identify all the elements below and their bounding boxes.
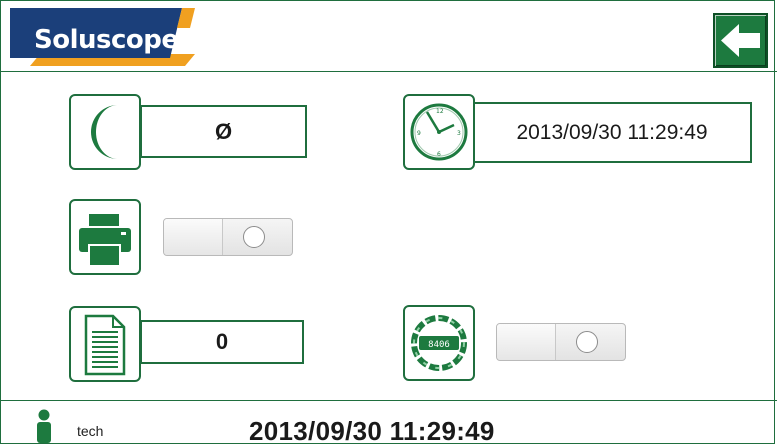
- toggle-track: [497, 324, 556, 360]
- document-count-value[interactable]: 0: [140, 320, 304, 364]
- printer-toggle[interactable]: [163, 218, 293, 256]
- document-icon: [84, 314, 126, 376]
- toggle-knob: [576, 331, 598, 353]
- brand-name: Soluscope: [34, 25, 179, 55]
- status-datetime: 2013/09/30 11:29:49: [249, 416, 495, 446]
- night-mode-button[interactable]: [69, 94, 141, 170]
- toggle-knob: [243, 226, 265, 248]
- toggle-track: [164, 219, 223, 255]
- status-bar: tech 2013/09/30 11:29:49: [0, 400, 777, 446]
- header: Soluscope: [0, 0, 777, 72]
- counter-button[interactable]: 8406: [403, 305, 475, 381]
- clock-icon: 12 3 6 9: [410, 103, 468, 161]
- user-name: tech: [77, 423, 104, 439]
- person-icon: [37, 409, 51, 443]
- printer-button[interactable]: [69, 199, 141, 275]
- svg-text:9: 9: [417, 130, 421, 137]
- counter-digits: 8406: [428, 340, 450, 350]
- printer-icon: [79, 214, 131, 267]
- svg-text:12: 12: [436, 108, 444, 115]
- brand-logo: Soluscope: [10, 8, 195, 66]
- svg-text:3: 3: [457, 130, 461, 137]
- svg-text:6: 6: [437, 151, 441, 158]
- counter-toggle[interactable]: [496, 323, 626, 361]
- back-button[interactable]: [713, 13, 768, 68]
- document-button[interactable]: [69, 306, 141, 382]
- moon-icon: [90, 105, 118, 159]
- night-mode-value[interactable]: Ø: [140, 105, 307, 158]
- counter-icon: 8406: [411, 315, 467, 371]
- arrow-left-icon: [721, 24, 760, 57]
- clock-value[interactable]: 2013/09/30 11:29:49: [472, 102, 752, 163]
- clock-button[interactable]: 12 3 6 9: [403, 94, 475, 170]
